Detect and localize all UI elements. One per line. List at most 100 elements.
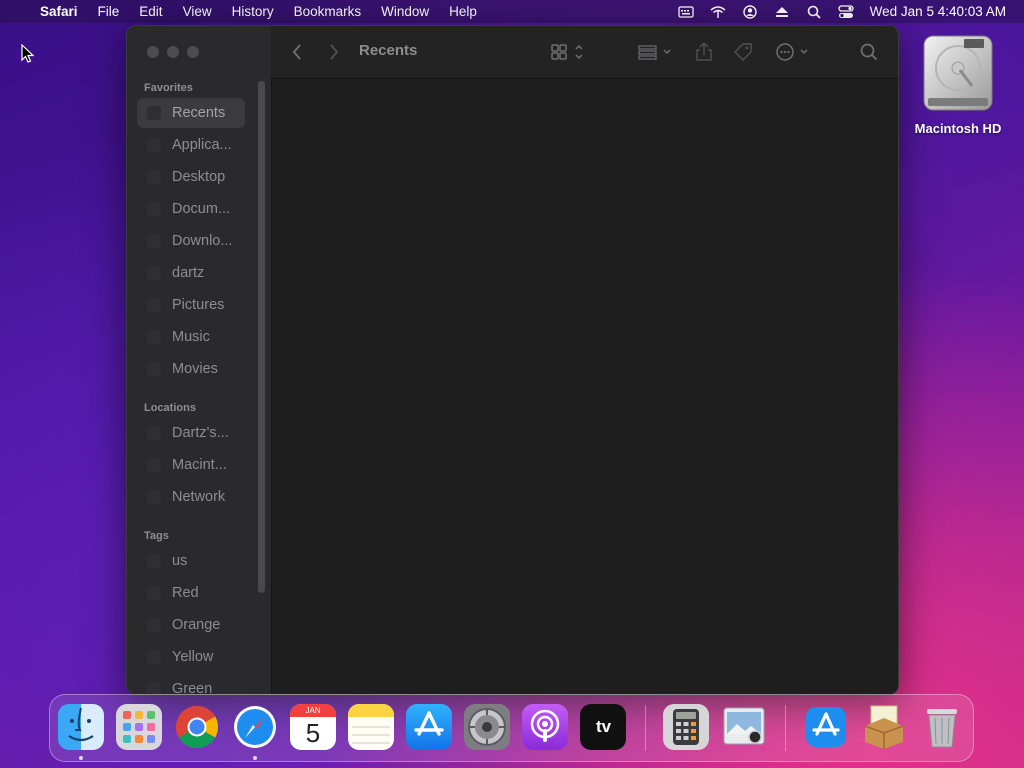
sidebar-favorites-title: Favorites [144,82,193,94]
sidebar-tag-us[interactable]: us [137,546,245,576]
minimize-window-button[interactable] [167,46,179,58]
dock-app-store[interactable] [406,704,452,750]
finder-sidebar: Favorites Recents Applica... Desktop Doc… [127,26,272,694]
menu-file[interactable]: File [88,0,130,23]
sidebar-item-movies[interactable]: Movies [137,354,245,384]
sidebar-item-documents[interactable]: Docum... [137,194,245,224]
dock-trash[interactable] [919,704,965,750]
document-icon [147,202,161,216]
calendar-day: 5 [305,718,321,748]
menu-history[interactable]: History [222,0,284,23]
sidebar-item-applications[interactable]: Applica... [137,130,245,160]
download-icon [147,234,161,248]
finder-window: Favorites Recents Applica... Desktop Doc… [126,25,899,695]
finder-content-area[interactable] [272,79,898,694]
home-icon [147,266,161,280]
more-icon[interactable] [775,42,811,62]
zoom-window-button[interactable] [187,46,199,58]
dock-podcasts[interactable] [522,704,568,750]
dock-app-store-stack[interactable] [803,704,849,750]
running-indicator [253,756,257,760]
app-store-stack-icon [806,707,846,747]
user-icon[interactable] [742,4,758,19]
dock-calendar[interactable]: JAN 5 [290,704,336,750]
sidebar-scrollbar[interactable] [258,81,265,593]
clock-icon [147,106,161,120]
hard-drive-icon [923,35,993,111]
laptop-icon [147,426,161,440]
sidebar-tag-red[interactable]: Red [137,578,245,608]
music-icon [147,330,161,344]
wifi-icon[interactable] [710,5,726,19]
dock-finder[interactable] [58,704,104,750]
running-indicator [79,756,83,760]
sidebar-item-macintosh-hd[interactable]: Macint... [137,450,245,480]
sidebar-item-network[interactable]: Network [137,482,245,512]
search-icon[interactable] [860,42,878,62]
menu-view[interactable]: View [173,0,222,23]
dock-apple-tv[interactable]: tv [580,704,626,750]
menu-edit[interactable]: Edit [129,0,172,23]
sidebar-item-desktop[interactable]: Desktop [137,162,245,192]
forward-icon[interactable] [328,42,340,62]
dock-safari[interactable] [232,704,278,750]
calculator-icon [673,709,699,745]
app-store-icon [414,711,444,736]
share-icon[interactable] [695,42,713,62]
desktop-hd-label: Macintosh HD [914,121,1002,136]
menu-help[interactable]: Help [439,0,487,23]
dock-separator [785,705,786,751]
dock-preview[interactable] [721,704,767,750]
chrome-icon [175,706,219,749]
tag-dot-icon [147,554,161,568]
spotlight-icon[interactable] [806,5,822,19]
tag-icon[interactable] [733,42,753,62]
keyboard-viewer-icon[interactable] [678,5,694,19]
dock-launchpad[interactable] [116,704,162,750]
close-window-button[interactable] [147,46,159,58]
podcasts-icon [530,709,560,742]
menu-app-name[interactable]: Safari [30,0,88,23]
safari-compass-icon [234,706,276,748]
desktop-macintosh-hd[interactable]: Macintosh HD [908,34,1008,136]
sidebar-item-computer[interactable]: Dartz's... [137,418,245,448]
sidebar-locations-title: Locations [144,402,196,414]
eject-icon[interactable] [774,5,790,19]
dock-chrome[interactable] [174,704,220,750]
launchpad-grid-icon [123,711,155,743]
icon-view-icon[interactable] [551,42,587,62]
notes-header-icon [348,704,394,717]
applications-icon [147,138,161,152]
preview-icon [723,707,765,745]
sidebar-item-pictures[interactable]: Pictures [137,290,245,320]
dock-calculator[interactable] [663,704,709,750]
dock: JAN 5 tv [49,694,974,762]
control-center-icon[interactable] [838,4,854,19]
sidebar-tag-yellow[interactable]: Yellow [137,642,245,672]
dock-system-preferences[interactable] [464,704,510,750]
pictures-icon [147,298,161,312]
menu-window[interactable]: Window [371,0,439,23]
tag-dot-icon [147,586,161,600]
disk-icon [147,458,161,472]
sidebar-item-home[interactable]: dartz [137,258,245,288]
dock-separator [645,705,646,751]
sidebar-item-recents[interactable]: Recents [137,98,245,128]
sidebar-item-music[interactable]: Music [137,322,245,352]
calendar-month: JAN [290,704,336,717]
gear-icon [468,708,506,746]
apple-menu-icon[interactable] [0,0,30,23]
sidebar-item-downloads[interactable]: Downlo... [137,226,245,256]
menu-clock[interactable]: Wed Jan 5 4:40:03 AM [862,0,1024,23]
menu-bar: Safari File Edit View History Bookmarks … [0,0,1024,23]
mouse-cursor-icon [21,44,35,63]
group-icon[interactable] [638,42,674,62]
menu-bookmarks[interactable]: Bookmarks [284,0,372,23]
finder-toolbar: Recents [271,26,898,79]
window-title: Recents [359,42,418,59]
dock-notes[interactable] [348,704,394,750]
back-icon[interactable] [291,42,303,62]
sidebar-tag-orange[interactable]: Orange [137,610,245,640]
sidebar-tag-green[interactable]: Green [137,674,245,694]
dock-archive-utility[interactable] [861,704,907,750]
